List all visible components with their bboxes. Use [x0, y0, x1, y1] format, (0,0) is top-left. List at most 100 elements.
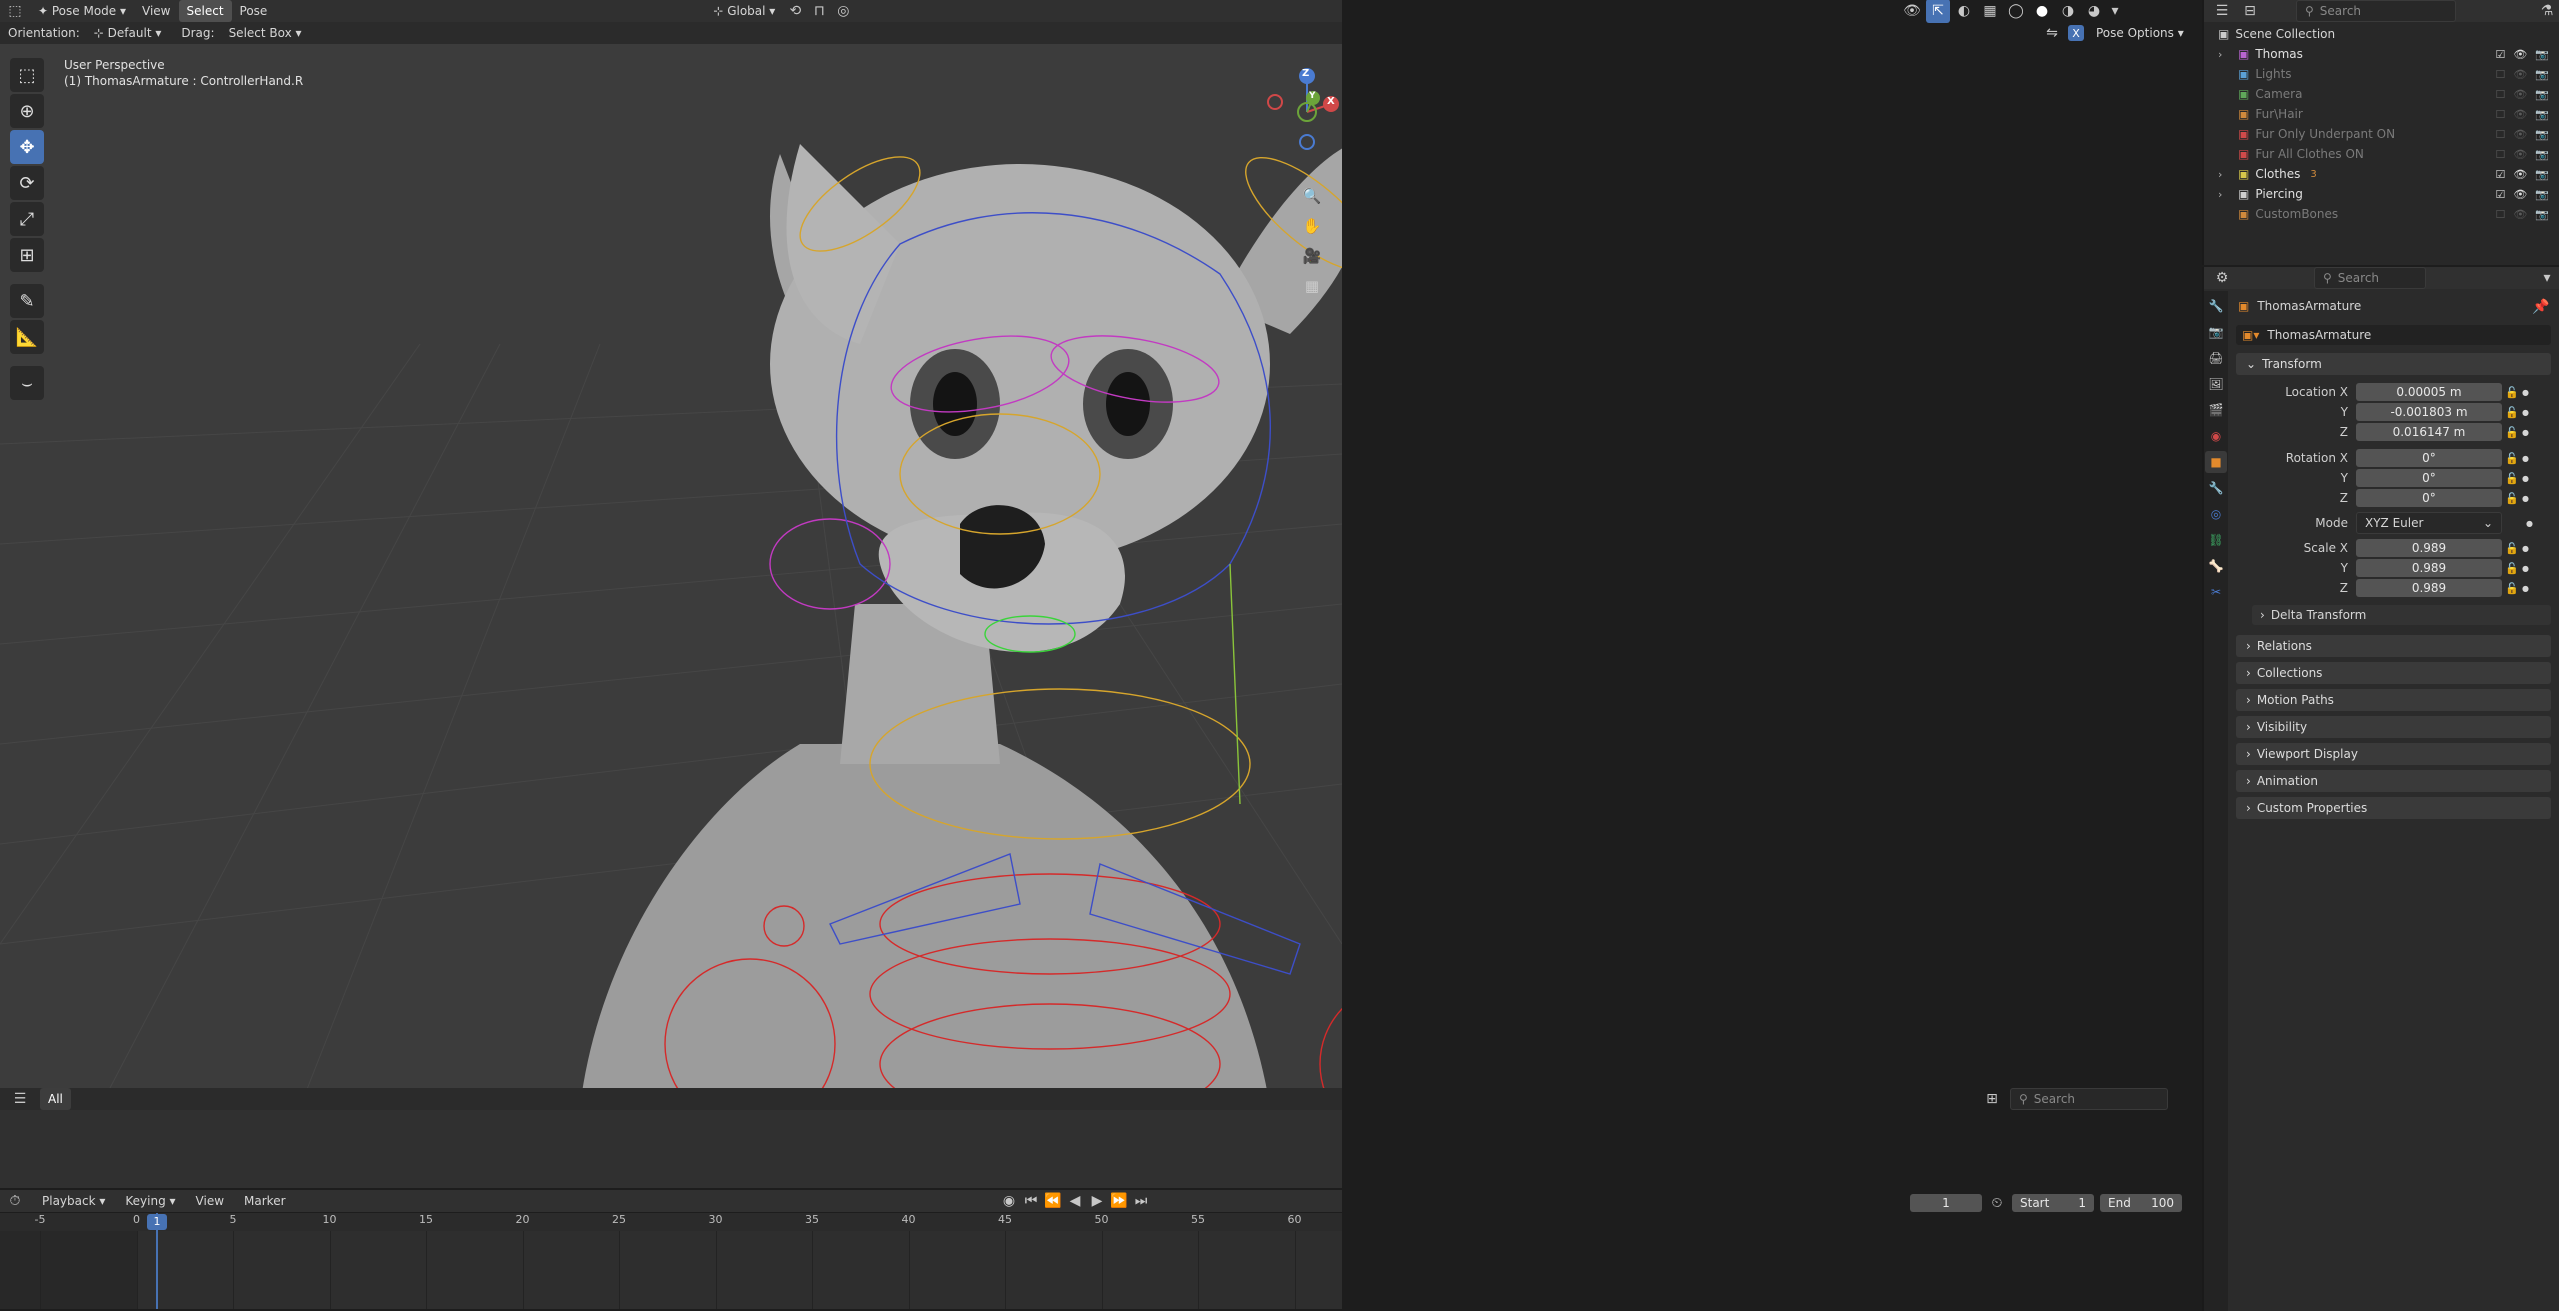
render-camera-icon[interactable]: 📷	[2535, 168, 2549, 181]
lock-icon[interactable]: 🔓	[2502, 576, 2522, 600]
render-camera-icon[interactable]: 📷	[2535, 208, 2549, 221]
end-frame-field[interactable]: End 100	[2100, 1194, 2182, 1212]
checkbox-checked-icon[interactable]: ☑	[2495, 168, 2505, 181]
keyframe-dot-icon[interactable]: ●	[2522, 474, 2529, 483]
mirror-icon[interactable]: ⇋	[2040, 21, 2064, 45]
eye-icon[interactable]: 👁	[2513, 188, 2527, 201]
world-tab-icon[interactable]: ◉	[2205, 425, 2227, 447]
scene-tab-icon[interactable]: 🎬	[2205, 399, 2227, 421]
visibility-icon[interactable]: 👁	[1900, 0, 1924, 23]
location-z-field[interactable]: 0.016147 m	[2356, 423, 2502, 441]
panel-header[interactable]: › Relations	[2236, 635, 2551, 657]
outliner-item[interactable]: ▣ Fur\Hair ☐ 👁 📷	[2204, 104, 2559, 124]
transform-panel-header[interactable]: ⌄ Transform	[2236, 353, 2551, 375]
eye-icon[interactable]: 👁	[2513, 208, 2527, 221]
physics-tab-icon[interactable]: ◎	[2205, 503, 2227, 525]
keyframe-dot-icon[interactable]: ●	[2522, 584, 2529, 593]
eye-icon[interactable]: 👁	[2513, 108, 2527, 121]
properties-search-input[interactable]: ⚲ Search	[2314, 267, 2426, 289]
start-frame-field[interactable]: Start 1	[2012, 1194, 2094, 1212]
checkbox-checked-icon[interactable]: ☑	[2495, 48, 2505, 61]
outliner-item[interactable]: ▣ Fur Only Underpant ON ☐ 👁 📷	[2204, 124, 2559, 144]
preview-range-icon[interactable]: ⏲	[1988, 1191, 2006, 1215]
eye-icon[interactable]: 👁	[2513, 148, 2527, 161]
properties-options-icon[interactable]: ▾	[2535, 267, 2559, 289]
delta-transform-subpanel[interactable]: › Delta Transform	[2252, 605, 2551, 625]
outliner-item[interactable]: › ▣ Clothes 3 ☑ 👁 📷	[2204, 164, 2559, 184]
panel-header[interactable]: › Visibility	[2236, 716, 2551, 738]
playhead[interactable]: 1	[147, 1214, 167, 1230]
pose-options-dropdown[interactable]: Pose Options ▾	[2088, 22, 2192, 44]
render-camera-icon[interactable]: 📷	[2535, 68, 2549, 81]
modifier-tab-icon[interactable]: 🔧	[2205, 477, 2227, 499]
checkbox-icon[interactable]: ☐	[2495, 68, 2505, 81]
current-frame-field[interactable]: 1	[1910, 1194, 1982, 1212]
wireframe-shading-icon[interactable]: ◯	[2004, 0, 2028, 23]
ortho-toggle-button[interactable]: ▦	[1298, 272, 1326, 300]
keyframe-dot-icon[interactable]: ●	[2522, 454, 2529, 463]
rotation-x-field[interactable]: 0°	[2356, 449, 2502, 467]
timeline-editor-icon[interactable]: ⏱	[0, 1190, 30, 1212]
location-y-field[interactable]: -0.001803 m	[2356, 403, 2502, 421]
render-tab-icon[interactable]: 📷	[2205, 321, 2227, 343]
keyframe-dot-icon[interactable]: ●	[2522, 564, 2529, 573]
playback-menu[interactable]: Playback ▾	[34, 1190, 113, 1212]
marker-menu[interactable]: Marker	[236, 1190, 293, 1212]
keyframe-dot-icon[interactable]: ●	[2522, 388, 2529, 397]
armature-data-tab-icon[interactable]: 🦴	[2205, 555, 2227, 577]
outliner-item[interactable]: › ▣ Thomas ☑ 👁 📷	[2204, 44, 2559, 64]
render-camera-icon[interactable]: 📷	[2535, 108, 2549, 121]
drag-dropdown[interactable]: Select Box ▾	[221, 22, 310, 44]
outliner-editor-icon[interactable]: ☰	[2210, 0, 2234, 22]
play-icon[interactable]: ▶	[1088, 1189, 1106, 1213]
view-mode-icon[interactable]: ⊞	[1980, 1087, 2004, 1111]
checkbox-icon[interactable]: ☐	[2495, 88, 2505, 101]
checkbox-icon[interactable]: ☐	[2495, 128, 2505, 141]
location-x-field[interactable]: 0.00005 m	[2356, 383, 2502, 401]
keyframe-dot-icon[interactable]: ●	[2522, 544, 2529, 553]
measure-tool[interactable]: 📐	[10, 320, 44, 354]
expand-chevron-icon[interactable]: ›	[2218, 168, 2232, 181]
next-keyframe-icon[interactable]: ⏩	[1110, 1189, 1128, 1213]
rotation-z-field[interactable]: 0°	[2356, 489, 2502, 507]
auto-keying-icon[interactable]: ◉	[1000, 1189, 1018, 1213]
eye-icon[interactable]: 👁	[2513, 48, 2527, 61]
play-reverse-icon[interactable]: ◀	[1066, 1189, 1084, 1213]
tab-all[interactable]: All	[40, 1088, 71, 1110]
outliner-search-input[interactable]: ⚲ Search	[2296, 0, 2456, 22]
object-tab-icon[interactable]: ■	[2205, 451, 2227, 473]
outliner-item[interactable]: ▣ CustomBones ☐ 👁 📷	[2204, 204, 2559, 224]
keyframe-dot-icon[interactable]: ●	[2522, 494, 2529, 503]
keyframe-dot-icon[interactable]: ●	[2522, 408, 2529, 417]
object-name-field[interactable]: ▣▾ ThomasArmature	[2236, 325, 2551, 345]
panel-header[interactable]: › Collections	[2236, 662, 2551, 684]
orientation-dropdown[interactable]: ⊹ Default ▾	[86, 22, 170, 44]
snap-icon[interactable]: ⊓	[807, 0, 831, 22]
tool-tab-icon[interactable]: 🔧	[2205, 295, 2227, 317]
timeline-view-menu[interactable]: View	[188, 1190, 232, 1212]
checkbox-icon[interactable]: ☐	[2495, 208, 2505, 221]
prev-keyframe-icon[interactable]: ⏪	[1044, 1189, 1062, 1213]
panel-header[interactable]: › Viewport Display	[2236, 743, 2551, 765]
scene-collection-row[interactable]: ▣ Scene Collection	[2204, 24, 2559, 44]
transform-tool[interactable]: ⊞	[10, 238, 44, 272]
display-mode-icon[interactable]: ⊟	[2238, 0, 2262, 22]
cursor-tool[interactable]: ⊕	[10, 94, 44, 128]
outliner-item[interactable]: › ▣ Piercing ☑ 👁 📷	[2204, 184, 2559, 204]
keyframe-dot-icon[interactable]: ●	[2526, 519, 2533, 528]
rotation-y-field[interactable]: 0°	[2356, 469, 2502, 487]
expand-chevron-icon[interactable]: ›	[2218, 48, 2232, 61]
lock-icon[interactable]: 🔓	[2502, 486, 2522, 510]
panel-header[interactable]: › Motion Paths	[2236, 689, 2551, 711]
properties-editor-icon[interactable]: ⚙	[2210, 267, 2234, 289]
keyframe-dot-icon[interactable]: ●	[2522, 428, 2529, 437]
eye-icon[interactable]: 👁	[2513, 128, 2527, 141]
pivot-icon[interactable]: ⟲	[783, 0, 807, 22]
material-shading-icon[interactable]: ◑	[2056, 0, 2080, 23]
shading-options-icon[interactable]: ▾	[2108, 0, 2122, 23]
outliner-item[interactable]: ▣ Lights ☐ 👁 📷	[2204, 64, 2559, 84]
zoom-button[interactable]: 🔍	[1298, 182, 1326, 210]
bone-tab-icon[interactable]: ✂	[2205, 581, 2227, 603]
scale-z-field[interactable]: 0.989	[2356, 579, 2502, 597]
checkbox-icon[interactable]: ☐	[2495, 108, 2505, 121]
